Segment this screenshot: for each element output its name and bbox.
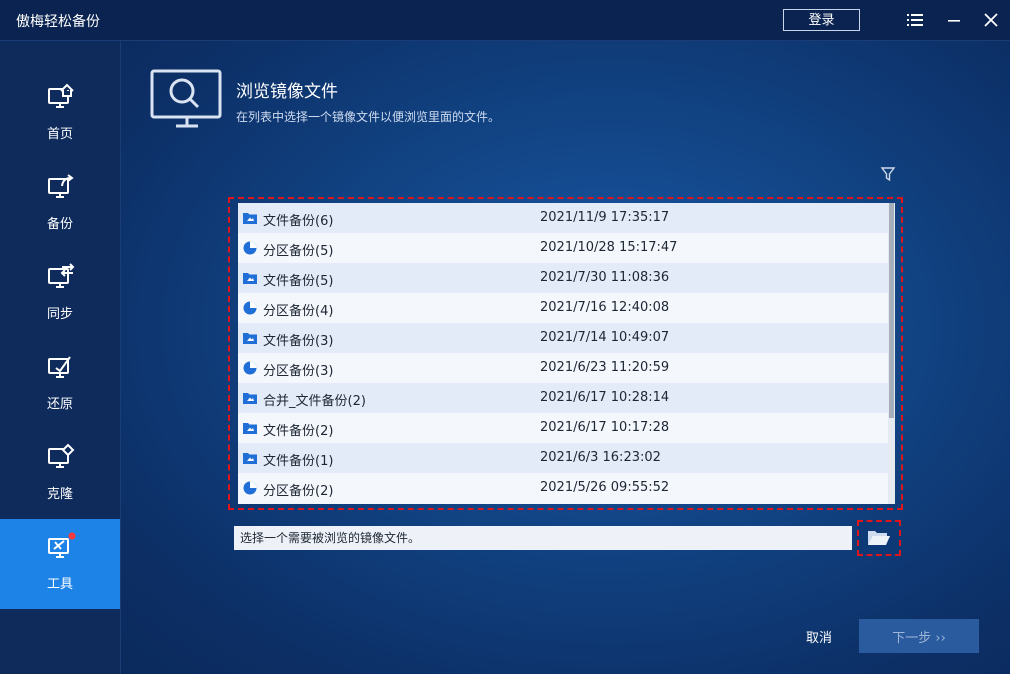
- monitor-search-icon: [150, 69, 224, 129]
- backup-name: 分区备份(4): [263, 304, 334, 319]
- main-panel: 浏览镜像文件 在列表中选择一个镜像文件以便浏览里面的文件。 文件备份(6) 202…: [121, 41, 1010, 674]
- home-monitor-icon: [46, 82, 76, 112]
- table-row[interactable]: 合并_文件备份(2) 2021/6/17 10:28:14: [238, 383, 888, 413]
- backup-monitor-icon: [46, 172, 76, 202]
- backup-date: 2021/7/30 11:08:36: [540, 270, 670, 285]
- table-row[interactable]: 文件备份(5) 2021/7/30 11:08:36: [238, 263, 888, 293]
- file-backup-icon: [242, 390, 258, 406]
- page-title: 浏览镜像文件: [236, 82, 338, 102]
- filter-icon[interactable]: [880, 166, 896, 182]
- table-row[interactable]: 文件备份(6) 2021/11/9 17:35:17: [238, 203, 888, 233]
- table-row[interactable]: 文件备份(1) 2021/6/3 16:23:02: [238, 443, 888, 473]
- backup-name: 合并_文件备份(2): [263, 394, 366, 409]
- partition-backup-icon: [242, 360, 258, 376]
- file-backup-icon: [242, 210, 258, 226]
- table-row[interactable]: 分区备份(2) 2021/5/26 09:55:52: [238, 473, 888, 503]
- app-title: 傲梅轻松备份: [16, 14, 100, 30]
- backup-date: 2021/6/23 11:20:59: [540, 360, 670, 375]
- sidebar-item-label: 还原: [46, 397, 73, 412]
- scrollbar-thumb[interactable]: [889, 203, 894, 418]
- scrollbar[interactable]: [888, 203, 895, 504]
- image-file-list: 文件备份(6) 2021/11/9 17:35:17 分区备份(5) 2021/10/…: [228, 197, 903, 510]
- clone-monitor-icon: [46, 442, 76, 472]
- backup-date: 2021/10/28 15:17:47: [540, 240, 678, 255]
- close-icon[interactable]: [981, 10, 1001, 30]
- cancel-button[interactable]: 取消: [793, 626, 845, 646]
- title-bar: 傲梅轻松备份 登录: [0, 0, 1010, 41]
- table-row[interactable]: 分区备份(5) 2021/10/28 15:17:47: [238, 233, 888, 263]
- backup-name: 文件备份(5): [263, 274, 334, 289]
- next-step-button[interactable]: 下一步 ››: [859, 619, 979, 653]
- sync-monitor-icon: [46, 262, 76, 292]
- page-subtitle: 在列表中选择一个镜像文件以便浏览里面的文件。: [236, 110, 501, 124]
- backup-date: 2021/11/9 17:35:17: [540, 210, 670, 225]
- backup-date: 2021/6/3 16:23:02: [540, 450, 661, 465]
- folder-open-icon: [868, 531, 890, 545]
- backup-name: 分区备份(3): [263, 364, 334, 379]
- sidebar-item-tools[interactable]: 工具: [0, 519, 120, 609]
- partition-backup-icon: [242, 240, 258, 256]
- table-row[interactable]: 文件备份(3) 2021/7/14 10:49:07: [238, 323, 888, 353]
- sidebar-item-sync[interactable]: 同步: [0, 249, 120, 339]
- partition-backup-icon: [242, 300, 258, 316]
- backup-date: 2021/7/16 12:40:08: [540, 300, 670, 315]
- backup-date: 2021/5/26 09:55:52: [540, 480, 670, 495]
- table-row[interactable]: 分区备份(3) 2021/6/23 11:20:59: [238, 353, 888, 383]
- minimize-icon[interactable]: [944, 10, 964, 30]
- backup-date: 2021/6/17 10:28:14: [540, 390, 670, 405]
- table-row[interactable]: 分区备份(4) 2021/7/16 12:40:08: [238, 293, 888, 323]
- sidebar-item-label: 克隆: [46, 487, 73, 502]
- backup-date: 2021/7/14 10:49:07: [540, 330, 670, 345]
- backup-name: 文件备份(3): [263, 334, 334, 349]
- sidebar-item-label: 工具: [46, 577, 73, 592]
- file-backup-icon: [242, 330, 258, 346]
- sidebar-item-backup[interactable]: 备份: [0, 159, 120, 249]
- table-row[interactable]: 文件备份(2) 2021/6/17 10:17:28: [238, 413, 888, 443]
- file-backup-icon: [242, 420, 258, 436]
- backup-name: 分区备份(2): [263, 484, 334, 499]
- image-path-input[interactable]: [234, 526, 852, 550]
- backup-name: 文件备份(2): [263, 424, 334, 439]
- backup-name: 文件备份(6): [263, 214, 334, 229]
- sidebar: 首页 备份 同步 还原 克隆 工具: [0, 41, 121, 674]
- tools-monitor-icon: [46, 532, 76, 562]
- sidebar-item-label: 首页: [46, 127, 73, 142]
- sidebar-item-clone[interactable]: 克隆: [0, 429, 120, 519]
- menu-icon[interactable]: [905, 10, 925, 30]
- login-button[interactable]: 登录: [783, 9, 860, 31]
- file-backup-icon: [242, 450, 258, 466]
- file-backup-icon: [242, 270, 258, 286]
- sidebar-item-restore[interactable]: 还原: [0, 339, 120, 429]
- restore-monitor-icon: [46, 352, 76, 382]
- sidebar-item-label: 同步: [46, 307, 73, 322]
- partition-backup-icon: [242, 480, 258, 496]
- backup-date: 2021/6/17 10:17:28: [540, 420, 670, 435]
- browse-folder-button[interactable]: [857, 520, 901, 556]
- sidebar-item-home[interactable]: 首页: [0, 69, 120, 159]
- backup-name: 分区备份(5): [263, 244, 334, 259]
- sidebar-item-label: 备份: [46, 217, 73, 232]
- backup-name: 文件备份(1): [263, 454, 334, 469]
- image-file-list-body: 文件备份(6) 2021/11/9 17:35:17 分区备份(5) 2021/10/…: [238, 203, 895, 504]
